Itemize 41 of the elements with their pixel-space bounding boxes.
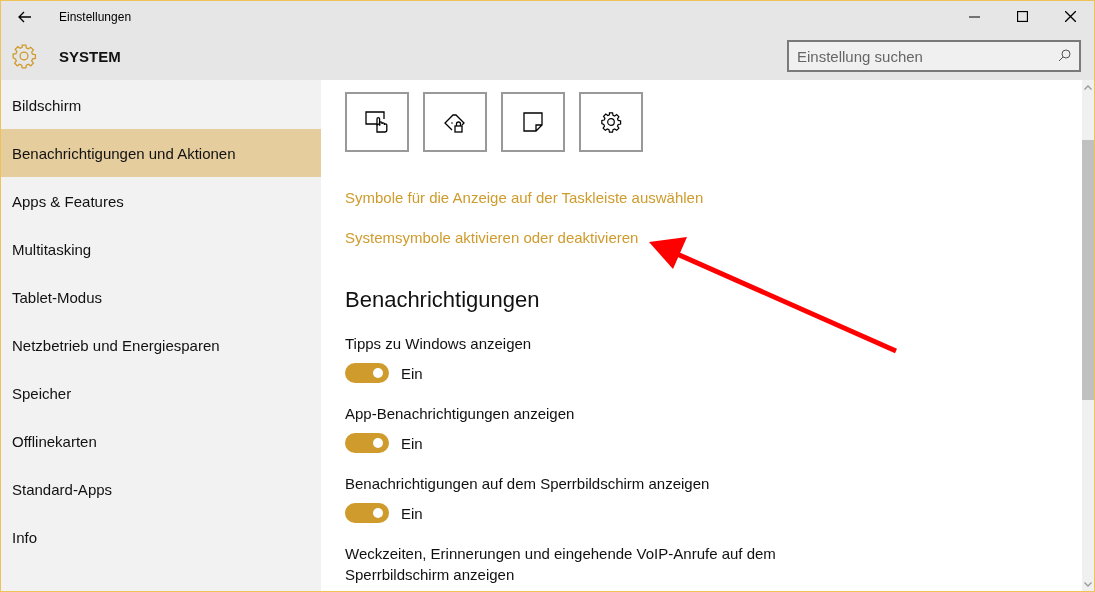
setting-label: Benachrichtigungen auf dem Sperrbildschirm anzeigen — [345, 474, 710, 494]
sidebar-item[interactable]: Netzbetrieb und Energiesparen — [1, 321, 321, 369]
page-title: SYSTEM — [59, 47, 122, 65]
toggle-state-label: Ein — [401, 434, 423, 452]
maximize-icon — [1016, 11, 1028, 22]
search-field[interactable]: Einstellung suchen — [787, 40, 1081, 72]
setting-label: Tipps zu Windows anzeigen — [345, 334, 532, 354]
sidebar-item[interactable]: Multitasking — [1, 225, 321, 273]
tablet-touch-icon — [365, 111, 389, 133]
quick-action-tile[interactable] — [345, 92, 409, 152]
toggle-switch[interactable] — [345, 363, 389, 383]
scroll-up-icon — [1084, 85, 1092, 90]
sidebar-item[interactable]: Standard-Apps — [1, 465, 321, 513]
window-title: Einstellungen — [59, 9, 133, 24]
toggle-state-label: Ein — [401, 504, 423, 522]
setting-label: App-Benachrichtigungen anzeigen — [345, 404, 575, 424]
sidebar-item[interactable]: Bildschirm — [1, 81, 321, 129]
section-heading: Benachrichtigungen — [345, 286, 540, 314]
search-icon — [1058, 49, 1071, 62]
sidebar-item[interactable]: Benachrichtigungen und Aktionen — [1, 129, 321, 177]
gear-icon — [600, 111, 622, 133]
scrollbar[interactable] — [1082, 80, 1094, 591]
sidebar-item[interactable]: Offlinekarten — [1, 417, 321, 465]
back-arrow-icon — [18, 10, 32, 23]
close-icon — [1064, 11, 1076, 22]
note-icon — [523, 112, 543, 132]
sidebar-item[interactable]: Apps & Features — [1, 177, 321, 225]
sidebar-item[interactable]: Speicher — [1, 369, 321, 417]
scrollbar-thumb[interactable] — [1082, 140, 1094, 400]
sidebar-item[interactable]: Tablet-Modus — [1, 273, 321, 321]
setting-label: Weckzeiten, Erinnerungen und eingehende VoIP-Anrufe auf dem Sperrbildschirm anzeigen — [345, 544, 777, 585]
toggle-state-label: Ein — [401, 364, 423, 382]
toggle-switch[interactable] — [345, 503, 389, 523]
sidebar-item[interactable]: Info — [1, 513, 321, 561]
scroll-down-icon — [1084, 582, 1092, 587]
toggle-switch[interactable] — [345, 433, 389, 453]
quick-action-tile[interactable] — [579, 92, 643, 152]
gear-icon — [11, 43, 37, 69]
minimize-icon — [968, 15, 980, 18]
quick-action-tile[interactable] — [423, 92, 487, 152]
quick-action-tile[interactable] — [501, 92, 565, 152]
